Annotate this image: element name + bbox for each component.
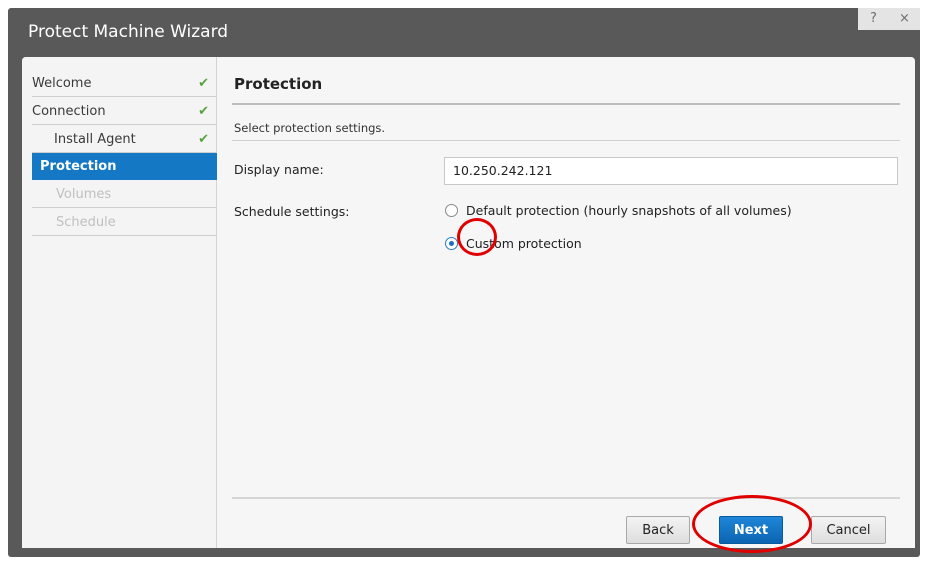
page-title: Protection — [234, 75, 323, 93]
cancel-button[interactable]: Cancel — [811, 516, 886, 544]
next-button[interactable]: Next — [719, 516, 783, 544]
wizard-dialog: Protect Machine Wizard ? × Welcome ✔ Con… — [8, 8, 920, 557]
subtitle-divider — [232, 140, 900, 141]
check-icon: ✔ — [198, 132, 209, 147]
radio-icon[interactable] — [445, 204, 458, 217]
default-protection-label: Default protection (hourly snapshots of … — [466, 203, 792, 218]
sidebar-item-label: Schedule — [56, 215, 116, 230]
sidebar-item-schedule: Schedule — [32, 209, 217, 236]
wizard-content: Welcome ✔ Connection ✔ Install Agent ✔ P… — [22, 57, 915, 548]
close-icon[interactable]: × — [889, 8, 920, 30]
sidebar-item-label: Protection — [40, 159, 117, 174]
page-subtitle: Select protection settings. — [234, 121, 386, 135]
main-panel: Protection Select protection settings. D… — [218, 57, 915, 548]
custom-protection-option[interactable]: Custom protection — [445, 236, 582, 251]
sidebar-item-welcome[interactable]: Welcome ✔ — [32, 70, 217, 97]
sidebar-item-connection[interactable]: Connection ✔ — [32, 98, 217, 125]
sidebar-item-label: Connection — [32, 104, 106, 119]
help-icon[interactable]: ? — [858, 8, 889, 30]
sidebar-item-label: Welcome — [32, 76, 92, 91]
heading-divider — [232, 103, 900, 105]
sidebar-item-install-agent[interactable]: Install Agent ✔ — [32, 126, 217, 153]
window-title: Protect Machine Wizard — [28, 22, 229, 42]
sidebar-item-label: Install Agent — [54, 132, 136, 147]
radio-icon[interactable] — [445, 237, 458, 250]
wizard-steps-sidebar: Welcome ✔ Connection ✔ Install Agent ✔ P… — [22, 57, 217, 548]
back-button[interactable]: Back — [626, 516, 690, 544]
footer-divider — [232, 497, 900, 499]
check-icon: ✔ — [198, 76, 209, 91]
default-protection-option[interactable]: Default protection (hourly snapshots of … — [445, 203, 792, 218]
display-name-input[interactable] — [444, 157, 898, 185]
window-controls: ? × — [858, 8, 920, 30]
sidebar-item-volumes: Volumes — [32, 181, 217, 208]
sidebar-item-protection[interactable]: Protection — [32, 153, 217, 180]
custom-protection-label: Custom protection — [466, 236, 582, 251]
check-icon: ✔ — [198, 104, 209, 119]
display-name-label: Display name: — [234, 162, 324, 177]
schedule-settings-label: Schedule settings: — [234, 204, 350, 219]
sidebar-item-label: Volumes — [56, 187, 112, 202]
